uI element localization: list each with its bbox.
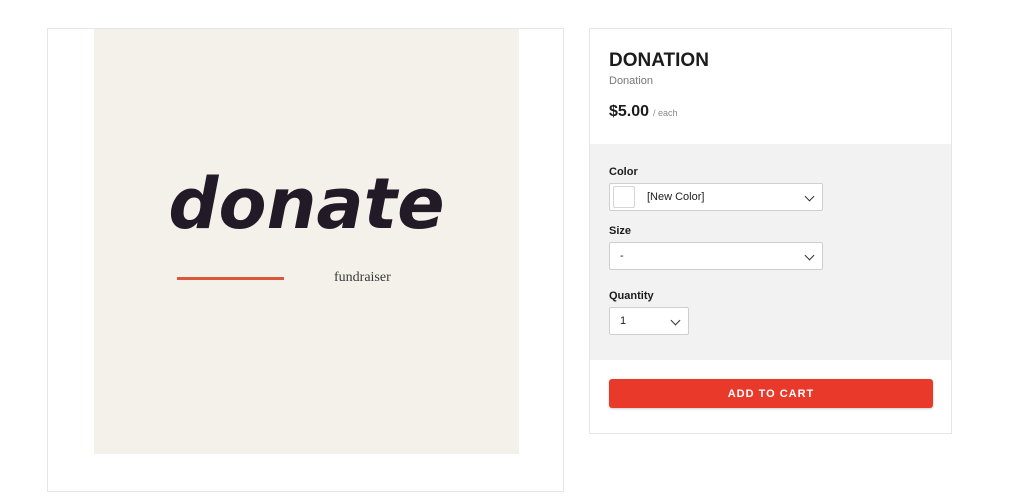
size-label: Size <box>609 225 632 237</box>
image-headline: donate <box>168 163 445 245</box>
chevron-down-icon <box>804 250 815 261</box>
price-row: $5.00 / each <box>609 103 932 121</box>
quantity-label: Quantity <box>609 290 654 302</box>
size-select-value: - <box>620 250 624 262</box>
color-select-value: [New Color] <box>647 191 705 203</box>
size-select[interactable]: - <box>609 242 823 270</box>
chevron-down-icon <box>804 191 815 202</box>
image-tagline: fundraiser <box>334 270 391 285</box>
product-header: DONATION Donation $5.00 / each <box>590 29 951 144</box>
product-title: DONATION <box>609 50 709 71</box>
color-swatch-icon <box>613 186 635 208</box>
product-subtitle: Donation <box>609 75 654 87</box>
accent-line <box>177 277 284 280</box>
add-to-cart-button[interactable]: ADD TO CART <box>609 379 933 408</box>
product-image-card: donate fundraiser <box>47 28 564 492</box>
product-details-card: DONATION Donation $5.00 / each Color [Ne… <box>589 28 952 434</box>
quantity-select-value: 1 <box>620 315 627 327</box>
price-unit: / each <box>653 108 678 118</box>
color-label: Color <box>609 166 638 178</box>
chevron-down-icon <box>670 315 681 326</box>
product-image: donate fundraiser <box>94 29 519 454</box>
color-select[interactable]: [New Color] <box>609 183 823 211</box>
product-price: $5.00 <box>609 103 650 120</box>
quantity-select[interactable]: 1 <box>609 307 689 335</box>
product-options: Color [New Color] Size - Quantity 1 <box>590 144 951 360</box>
